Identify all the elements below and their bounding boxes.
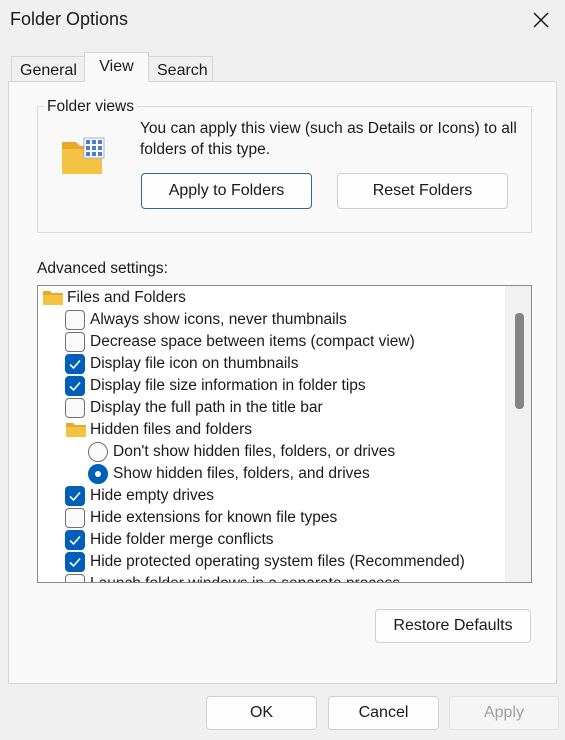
radio-button[interactable] bbox=[88, 442, 108, 462]
tab-view[interactable]: View bbox=[84, 52, 149, 82]
restore-defaults-button[interactable]: Restore Defaults bbox=[375, 609, 531, 643]
folder-icon bbox=[43, 291, 63, 305]
close-button[interactable] bbox=[527, 6, 555, 34]
folder-views-icon bbox=[60, 136, 108, 176]
checkbox[interactable] bbox=[65, 398, 85, 418]
list-item-label: Display file size information in folder … bbox=[90, 377, 366, 394]
folder-views-description: You can apply this view (such as Details… bbox=[140, 120, 517, 158]
folder-icon bbox=[66, 423, 86, 437]
title-bar: Folder Options bbox=[0, 0, 565, 40]
advanced-settings-list[interactable]: Files and Folders Always show icons, nev… bbox=[37, 285, 532, 583]
checkmark-icon bbox=[69, 535, 81, 546]
list-item-label: Hide extensions for known file types bbox=[90, 509, 338, 526]
window-title: Folder Options bbox=[10, 9, 129, 29]
checkbox[interactable] bbox=[65, 574, 85, 582]
apply-to-folders-button[interactable]: Apply to Folders bbox=[141, 173, 312, 209]
checkbox[interactable] bbox=[65, 310, 85, 330]
list-item-label: Hide protected operating system files (R… bbox=[90, 553, 465, 570]
list-item-label: Show hidden files, folders, and drives bbox=[113, 465, 370, 482]
checkmark-icon bbox=[69, 557, 81, 568]
list-item-label: Files and Folders bbox=[67, 289, 186, 306]
apply-button: Apply bbox=[449, 696, 559, 730]
checkmark-icon bbox=[69, 359, 81, 370]
reset-folders-button[interactable]: Reset Folders bbox=[337, 173, 508, 209]
radio-button[interactable] bbox=[88, 464, 108, 484]
checkbox[interactable] bbox=[65, 332, 85, 352]
checkbox[interactable] bbox=[65, 354, 85, 374]
folder-views-legend: Folder views bbox=[44, 98, 137, 116]
list-item-label: Display the full path in the title bar bbox=[90, 399, 323, 416]
list-item-label: Decrease space between items (compact vi… bbox=[90, 333, 415, 350]
list-item-label: Hide empty drives bbox=[90, 487, 215, 504]
cancel-button[interactable]: Cancel bbox=[328, 696, 439, 730]
advanced-settings-label: Advanced settings: bbox=[37, 260, 168, 277]
tab-general[interactable]: General bbox=[11, 56, 85, 81]
checkbox[interactable] bbox=[65, 530, 85, 550]
list-item-label: Hidden files and folders bbox=[90, 421, 252, 438]
ok-button[interactable]: OK bbox=[206, 696, 317, 730]
list-item-label: Hide folder merge conflicts bbox=[90, 531, 274, 548]
checkmark-icon bbox=[69, 381, 81, 392]
list-item-label: Launch folder windows in a separate proc… bbox=[90, 573, 400, 582]
list-item-label: Don't show hidden files, folders, or dri… bbox=[113, 443, 396, 460]
checkbox[interactable] bbox=[65, 508, 85, 528]
checkmark-icon bbox=[69, 491, 81, 502]
close-icon bbox=[533, 12, 549, 28]
checkbox[interactable] bbox=[65, 552, 85, 572]
checkbox[interactable] bbox=[65, 376, 85, 396]
scrollbar-thumb[interactable] bbox=[515, 313, 524, 409]
checkbox[interactable] bbox=[65, 486, 85, 506]
list-item-label: Always show icons, never thumbnails bbox=[90, 311, 347, 328]
list-scrollbar[interactable] bbox=[505, 286, 531, 582]
tab-search[interactable]: Search bbox=[148, 56, 213, 81]
list-item-label: Display file icon on thumbnails bbox=[90, 355, 299, 372]
